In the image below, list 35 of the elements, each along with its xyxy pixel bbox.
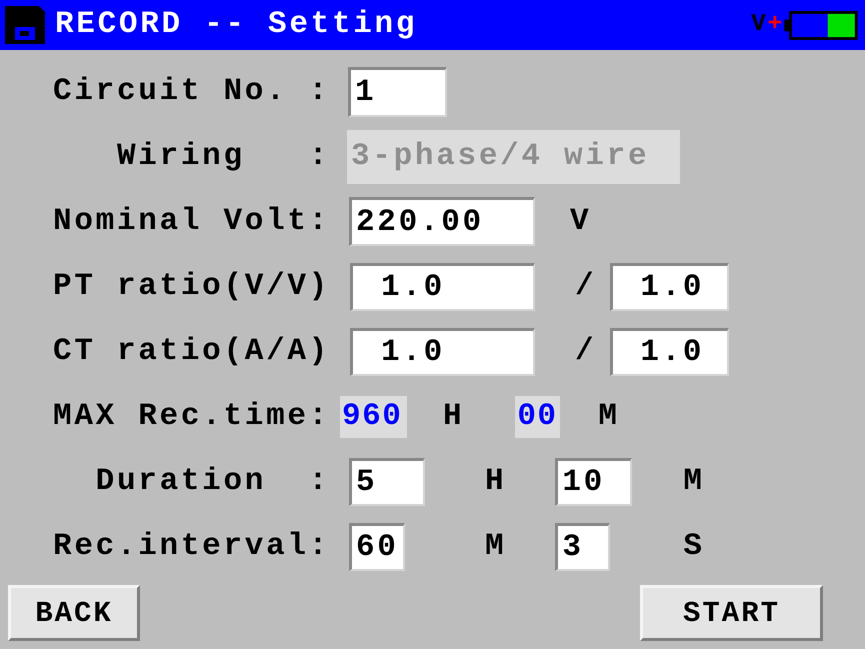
field-label: Wiring : (116, 138, 330, 174)
input-field[interactable]: 1.0 (350, 262, 535, 310)
unit-label: H (443, 398, 464, 434)
readonly-value: 00 (515, 396, 560, 438)
field-label: PT ratio(V/V) (52, 268, 330, 304)
action-button[interactable]: BACK (8, 585, 140, 641)
window-title: RECORD -- Setting (55, 7, 418, 43)
unit-label: M (598, 398, 620, 434)
field-label: Nominal Volt: (52, 204, 330, 240)
unit-label: M (485, 528, 506, 564)
unit-label: M (683, 464, 705, 500)
unit-label: V (570, 204, 592, 240)
plus-sign: + (768, 11, 782, 39)
field-label: CT ratio(A/A) (52, 334, 330, 370)
input-field[interactable]: 1 (348, 66, 447, 116)
field-label: Duration : (94, 464, 330, 500)
input-field[interactable]: 60 (349, 522, 405, 570)
input-field[interactable]: 1.0 (610, 328, 730, 376)
input-field[interactable]: 220.00 (349, 197, 535, 246)
field-label: Circuit No. : (52, 74, 330, 110)
battery-icon (784, 10, 858, 40)
unit-label: S (683, 528, 705, 564)
readonly-value: 960 (340, 396, 407, 438)
input-field[interactable]: 1.0 (350, 328, 535, 376)
field-label: MAX Rec.time: (52, 398, 330, 434)
ratio-separator: / (575, 268, 596, 304)
field-label: Rec.interval: (52, 528, 330, 564)
input-field[interactable]: 3 (555, 522, 610, 570)
ratio-separator: / (575, 334, 596, 370)
action-button[interactable]: START (640, 585, 823, 641)
power-label: V (751, 11, 766, 39)
unit-label: H (485, 464, 506, 500)
input-field[interactable]: 5 (349, 458, 425, 506)
input-field[interactable]: 1.0 (610, 262, 730, 310)
input-field[interactable]: 10 (555, 458, 632, 506)
